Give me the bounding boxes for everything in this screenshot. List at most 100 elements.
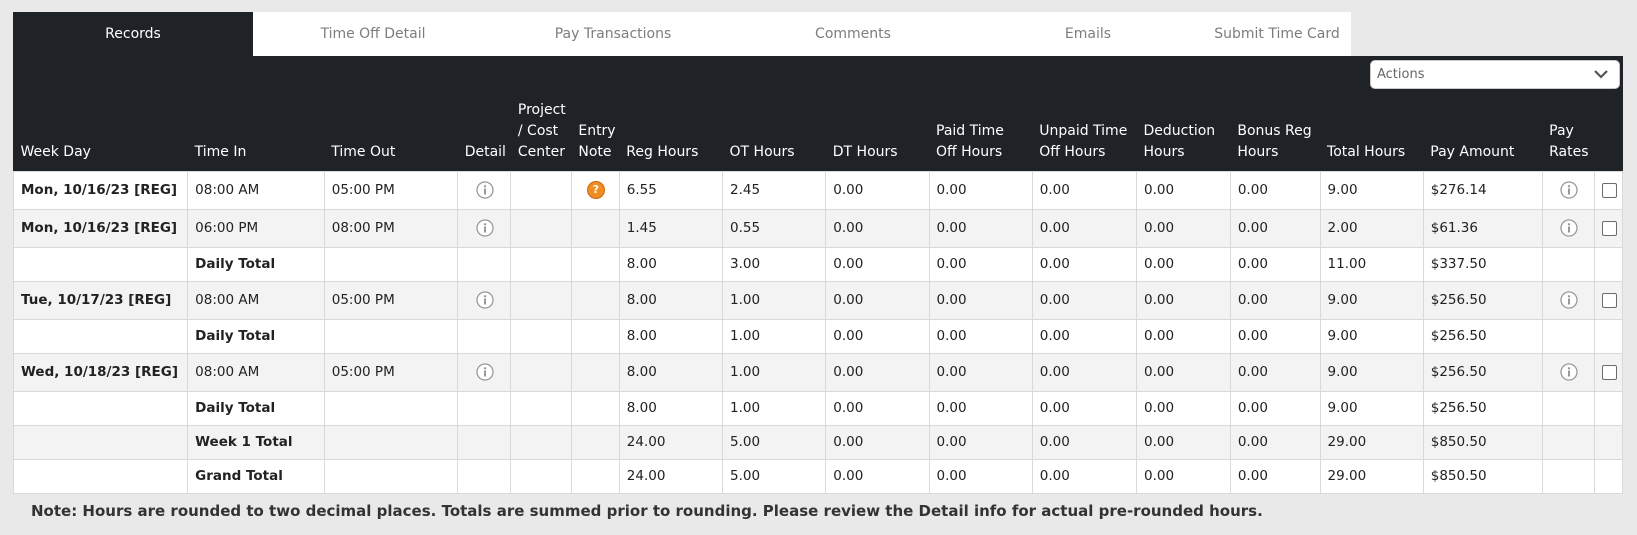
pay-rates-cell	[1541, 170, 1595, 210]
select-cell	[1593, 208, 1624, 248]
row-checkbox[interactable]	[1601, 220, 1617, 236]
bonus-reg-hours-cell: 0.00	[1229, 208, 1321, 248]
bonus-reg-hours-cell: 0.00	[1229, 170, 1321, 210]
weekday-link[interactable]: Mon, 10/16/23 [REG]	[12, 208, 189, 248]
empty-cell	[1541, 390, 1595, 426]
project-cell	[510, 280, 572, 320]
dt-hours-cell: 0.00	[825, 458, 930, 494]
pay-amount-link[interactable]: $256.50	[1422, 318, 1543, 354]
info-icon[interactable]	[1560, 291, 1578, 309]
detail-cell	[457, 352, 512, 392]
pay-amount-link[interactable]: $256.50	[1422, 390, 1543, 426]
table-row: Mon, 10/16/23 [REG] 06:00 PM 08:00 PM 1.…	[12, 208, 1624, 248]
unpaid-to-hours-cell: 0.00	[1031, 170, 1138, 210]
actions-dropdown[interactable]: Actions	[1370, 60, 1620, 89]
project-cell	[510, 208, 572, 248]
pay-amount-link[interactable]: $256.50	[1422, 280, 1543, 320]
daily-total-row: Daily Total 8.00 1.00 0.00 0.00 0.00 0.0…	[12, 318, 1624, 354]
actions-dropdown-label: Actions	[1377, 67, 1425, 82]
deduction-hours-cell: 0.00	[1136, 318, 1231, 354]
col-dt-hours: DT Hours	[825, 98, 929, 171]
unpaid-to-hours-cell: 0.00	[1031, 318, 1138, 354]
table-row: Mon, 10/16/23 [REG] 08:00 AM 05:00 PM ? …	[12, 170, 1624, 210]
empty-cell	[510, 424, 572, 460]
empty-cell	[323, 390, 459, 426]
col-total-hours: Total Hours	[1320, 98, 1424, 171]
entry-note-cell	[570, 352, 620, 392]
tab-submit-time-card[interactable]: Submit Time Card	[1203, 12, 1351, 56]
info-icon[interactable]	[476, 363, 494, 381]
info-icon[interactable]	[476, 181, 494, 199]
deduction-hours-cell: 0.00	[1136, 170, 1231, 210]
grand-total-row: Grand Total 24.00 5.00 0.00 0.00 0.00 0.…	[12, 458, 1624, 494]
daily-total-row: Daily Total 8.00 3.00 0.00 0.00 0.00 0.0…	[12, 246, 1624, 282]
ot-hours-cell: 1.00	[722, 390, 827, 426]
info-icon[interactable]	[476, 291, 494, 309]
empty-cell	[510, 246, 572, 282]
row-checkbox[interactable]	[1601, 182, 1617, 198]
pto-hours-cell: 0.00	[928, 318, 1033, 354]
col-time-out: Time Out	[324, 98, 458, 171]
total-hours-cell: 9.00	[1319, 170, 1424, 210]
total-hours-cell: 29.00	[1319, 424, 1424, 460]
total-label: Daily Total	[187, 318, 325, 354]
ot-hours-cell: 1.00	[722, 352, 827, 392]
time-out-cell: 05:00 PM	[323, 280, 459, 320]
bonus-reg-hours-cell: 0.00	[1229, 318, 1321, 354]
ot-hours-cell: 5.00	[722, 424, 827, 460]
total-hours-cell: 29.00	[1319, 458, 1424, 494]
total-hours-cell: 9.00	[1319, 318, 1424, 354]
empty-cell	[1593, 424, 1624, 460]
weekday-link[interactable]: Wed, 10/18/23 [REG]	[12, 352, 189, 392]
empty-cell	[12, 318, 189, 354]
deduction-hours-cell: 0.00	[1136, 458, 1231, 494]
reg-hours-cell: 8.00	[618, 390, 724, 426]
deduction-hours-cell: 0.00	[1136, 208, 1231, 248]
info-icon[interactable]	[476, 219, 494, 237]
bonus-reg-hours-cell: 0.00	[1229, 424, 1321, 460]
unpaid-to-hours-cell: 0.00	[1031, 458, 1138, 494]
pay-amount-link[interactable]: $256.50	[1422, 352, 1543, 392]
tab-records[interactable]: Records	[13, 12, 253, 56]
question-icon[interactable]: ?	[586, 181, 605, 199]
row-checkbox[interactable]	[1601, 364, 1617, 380]
pto-hours-cell: 0.00	[928, 352, 1033, 392]
reg-hours-cell: 24.00	[618, 424, 724, 460]
pay-amount-link[interactable]: $850.50	[1422, 424, 1543, 460]
deduction-hours-cell: 0.00	[1136, 424, 1231, 460]
weekday-link[interactable]: Tue, 10/17/23 [REG]	[12, 280, 189, 320]
empty-cell	[12, 458, 189, 494]
reg-hours-cell: 8.00	[618, 318, 724, 354]
rounding-note: Note: Hours are rounded to two decimal p…	[31, 501, 1263, 520]
info-icon[interactable]	[1560, 219, 1578, 237]
total-label: Daily Total	[187, 390, 325, 426]
col-pay-rates: Pay Rates	[1542, 98, 1595, 171]
entry-note-cell: ?	[570, 170, 620, 210]
pay-amount-link[interactable]: $61.36	[1422, 208, 1543, 248]
dt-hours-cell: 0.00	[825, 424, 930, 460]
pay-amount-link[interactable]: $337.50	[1422, 246, 1543, 282]
pto-hours-cell: 0.00	[928, 246, 1033, 282]
tab-time-off-detail[interactable]: Time Off Detail	[253, 12, 493, 56]
col-unpaid-time-off-hours: Unpaid Time Off Hours	[1032, 98, 1137, 171]
tab-comments[interactable]: Comments	[733, 12, 973, 56]
empty-cell	[12, 424, 189, 460]
deduction-hours-cell: 0.00	[1136, 280, 1231, 320]
empty-cell	[457, 458, 512, 494]
tab-pay-transactions[interactable]: Pay Transactions	[493, 12, 733, 56]
unpaid-to-hours-cell: 0.00	[1031, 246, 1138, 282]
info-icon[interactable]	[1560, 363, 1578, 381]
records-header-panel: Actions Week Day Time In Time Out Detail…	[12, 56, 1624, 494]
select-cell	[1593, 280, 1624, 320]
info-icon[interactable]	[1560, 181, 1578, 199]
weekday-link[interactable]: Mon, 10/16/23 [REG]	[12, 170, 189, 210]
dt-hours-cell: 0.00	[825, 318, 930, 354]
empty-cell	[510, 390, 572, 426]
bonus-reg-hours-cell: 0.00	[1229, 246, 1321, 282]
pay-amount-link[interactable]: $850.50	[1422, 458, 1543, 494]
empty-cell	[12, 390, 189, 426]
row-checkbox[interactable]	[1601, 292, 1617, 308]
tab-emails[interactable]: Emails	[973, 12, 1203, 56]
pay-amount-link[interactable]: $276.14	[1422, 170, 1543, 210]
col-time-in: Time In	[187, 98, 325, 171]
